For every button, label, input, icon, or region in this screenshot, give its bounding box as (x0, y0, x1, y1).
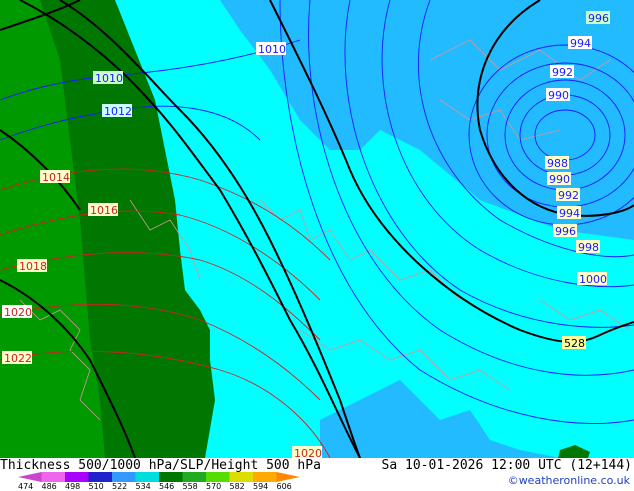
forecast-datetime: Sa 10-01-2026 12:00 UTC (12+144) (381, 458, 632, 473)
legend-swatch (135, 472, 160, 482)
isobar-label: 994 (568, 36, 592, 50)
isobar-label: 988 (545, 156, 569, 170)
legend-swatch (182, 472, 207, 482)
legend-swatch (276, 472, 300, 482)
legend-swatch (253, 472, 277, 482)
isobar-label: 1016 (88, 203, 118, 217)
svg-text:998: 998 (578, 241, 599, 254)
svg-text:1000: 1000 (579, 273, 607, 286)
svg-text:996: 996 (588, 12, 609, 25)
svg-text:1020: 1020 (4, 306, 32, 319)
isobar-label: 990 (546, 88, 570, 102)
isobar-label: 1010 (93, 71, 123, 85)
weather-map: 1010 1010 1012 1014 1016 1018 1020 1022 … (0, 0, 634, 458)
isobar-label: 1010 (256, 42, 286, 56)
isobar-label: 1000 (577, 272, 607, 286)
svg-text:1010: 1010 (95, 72, 123, 85)
isobar-label: 1022 (2, 351, 32, 365)
isobar-label: 992 (556, 188, 580, 202)
svg-text:1010: 1010 (258, 43, 286, 56)
svg-text:994: 994 (559, 207, 580, 220)
isobar-label: 1020 (2, 305, 32, 319)
svg-text:1012: 1012 (104, 105, 132, 118)
svg-text:988: 988 (547, 157, 568, 170)
svg-text:990: 990 (549, 173, 570, 186)
svg-text:996: 996 (555, 225, 576, 238)
isobar-label: 994 (557, 206, 581, 220)
svg-text:992: 992 (552, 66, 573, 79)
svg-text:1020: 1020 (294, 447, 322, 458)
legend-swatch (206, 472, 230, 482)
footer: Thickness 500/1000 hPa/SLP/Height 500 hP… (0, 458, 634, 491)
isobar-label: 1018 (17, 259, 47, 273)
legend-swatch (159, 472, 183, 482)
isobar-label: 992 (550, 65, 574, 79)
color-legend (18, 472, 300, 482)
svg-text:994: 994 (570, 37, 591, 50)
isobar-label: 1012 (102, 104, 132, 118)
svg-text:990: 990 (548, 89, 569, 102)
isobar-label: 990 (547, 172, 571, 186)
credit-link[interactable]: ©weatheronline.co.uk (508, 474, 630, 487)
isobar-label: 1020 (292, 446, 322, 458)
isobar-label: 996 (586, 11, 610, 25)
map-canvas: 1010 1010 1012 1014 1016 1018 1020 1022 … (0, 0, 634, 458)
legend-swatch (112, 472, 136, 482)
svg-text:528: 528 (564, 337, 585, 350)
legend-swatch (88, 472, 113, 482)
svg-text:1022: 1022 (4, 352, 32, 365)
legend-swatch (18, 472, 42, 482)
svg-text:1014: 1014 (42, 171, 70, 184)
legend-swatch (65, 472, 89, 482)
svg-text:1016: 1016 (90, 204, 118, 217)
isobar-label: 998 (576, 240, 600, 254)
height-label: 528 (562, 336, 586, 350)
svg-text:992: 992 (558, 189, 579, 202)
isobar-label: 1014 (40, 170, 70, 184)
svg-text:1018: 1018 (19, 260, 47, 273)
legend-swatch (229, 472, 254, 482)
isobar-label: 996 (553, 224, 577, 238)
chart-title: Thickness 500/1000 hPa/SLP/Height 500 hP… (0, 458, 321, 473)
legend-swatch (41, 472, 66, 482)
